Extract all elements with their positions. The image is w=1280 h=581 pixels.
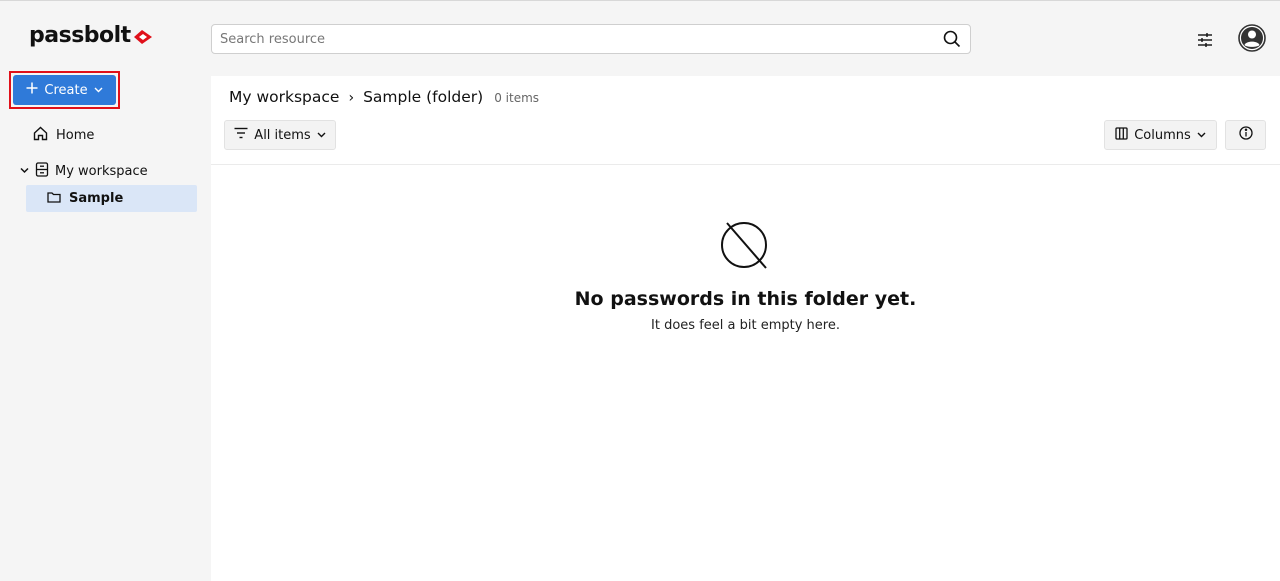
logo-text: passbolt	[29, 23, 131, 48]
sliders-icon[interactable]	[1194, 29, 1216, 51]
plus-icon	[26, 82, 38, 98]
sidebar-item-label: Sample	[69, 191, 124, 206]
sidebar-item-home[interactable]: Home	[33, 125, 94, 145]
empty-state-title: No passwords in this folder yet.	[574, 288, 917, 310]
sidebar-item-label: My workspace	[55, 163, 148, 179]
item-count: 0 items	[494, 91, 540, 105]
create-label: Create	[44, 82, 88, 98]
search-icon[interactable]	[934, 25, 970, 53]
passbolt-logo-icon	[133, 29, 152, 44]
user-avatar-icon[interactable]	[1238, 24, 1266, 52]
workspace-icon	[35, 161, 49, 181]
breadcrumb-root[interactable]: My workspace	[229, 88, 339, 106]
main-panel: My workspace › Sample (folder) 0 items A…	[211, 76, 1280, 581]
sidebar-item-sample-folder[interactable]: Sample	[26, 185, 197, 212]
search-bar	[211, 24, 971, 54]
columns-icon	[1115, 126, 1128, 144]
sidebar-item-my-workspace[interactable]: My workspace	[20, 161, 148, 181]
chevron-down-icon[interactable]	[20, 164, 29, 179]
chevron-down-icon	[94, 83, 103, 98]
columns-label: Columns	[1134, 127, 1191, 143]
passbolt-logo[interactable]: passbolt	[29, 23, 153, 48]
filter-label: All items	[254, 127, 311, 143]
info-icon	[1238, 126, 1253, 144]
toolbar-divider	[211, 164, 1280, 165]
chevron-down-icon	[1197, 128, 1206, 143]
info-button[interactable]	[1225, 120, 1266, 150]
empty-folder-icon	[720, 220, 770, 270]
folder-icon	[47, 191, 61, 207]
create-button[interactable]: Create	[13, 75, 116, 105]
breadcrumb: My workspace › Sample (folder) 0 items	[229, 88, 539, 106]
filter-icon	[234, 127, 248, 143]
create-button-highlight: Create	[9, 71, 120, 109]
sidebar-item-label: Home	[56, 127, 95, 143]
columns-button[interactable]: Columns	[1104, 120, 1217, 150]
breadcrumb-current[interactable]: Sample (folder)	[363, 88, 483, 106]
all-items-filter-button[interactable]: All items	[224, 120, 336, 150]
search-input[interactable]	[212, 25, 934, 53]
breadcrumb-separator: ›	[348, 90, 355, 106]
empty-state-subtitle: It does feel a bit empty here.	[651, 318, 840, 333]
chevron-down-icon	[317, 128, 326, 143]
home-icon	[33, 126, 48, 145]
